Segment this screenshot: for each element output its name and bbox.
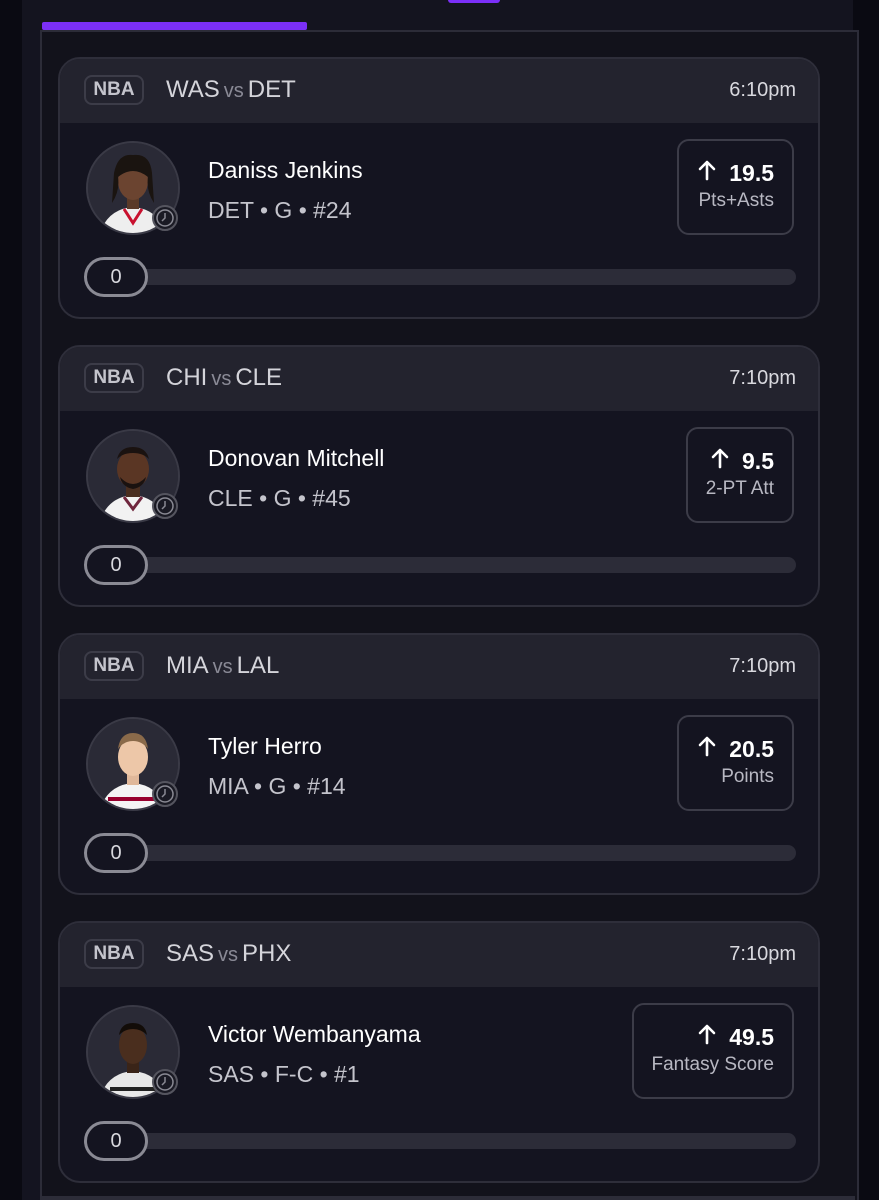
more-pick-button[interactable]: 9.5 2-PT Att: [685, 427, 794, 523]
clock-icon: [152, 493, 178, 519]
progress-bar: [86, 557, 796, 573]
away-team: PHX: [242, 940, 292, 967]
vs-label: vs: [218, 944, 239, 966]
active-tab-indicator[interactable]: [42, 22, 307, 30]
game-time: 7:10pm: [729, 655, 796, 677]
pick-card[interactable]: NBA WAS vs DET 6:10pm Daniss Jenkins DET •…: [58, 57, 820, 319]
line-value: 49.5: [729, 1024, 774, 1050]
more-pick-button[interactable]: 19.5 Pts+Asts: [677, 139, 794, 235]
line-value: 19.5: [729, 160, 774, 186]
card-header: NBA SAS vs PHX 7:10pm: [60, 923, 818, 987]
card-header: NBA CHI vs CLE 7:10pm: [60, 347, 818, 411]
matchup: CHI vs CLE: [166, 363, 282, 394]
progress-value: 0: [84, 545, 148, 585]
left-rail: [0, 0, 22, 1200]
card-header: NBA MIA vs LAL 7:10pm: [60, 635, 818, 699]
game-time: 6:10pm: [729, 79, 796, 101]
line-value-row: 20.5: [697, 735, 774, 763]
player-name[interactable]: Donovan Mitchell: [208, 443, 384, 473]
arrow-up-icon: [710, 447, 730, 475]
stat-type: Fantasy Score: [651, 1054, 775, 1075]
away-team: CLE: [235, 364, 283, 391]
progress-bar: [86, 845, 796, 861]
line-value-row: 19.5: [697, 159, 774, 187]
app-screen: NBA WAS vs DET 6:10pm Daniss Jenkins DET •…: [0, 0, 879, 1200]
feed-divider: [40, 1196, 855, 1200]
stat-type: Pts+Asts: [698, 190, 775, 211]
player-meta: CLE • G • #45: [208, 485, 351, 511]
pick-card[interactable]: NBA CHI vs CLE 7:10pm Donovan Mitchell CLE…: [58, 345, 820, 607]
home-team: WAS: [166, 76, 220, 103]
line-value-row: 49.5: [652, 1023, 774, 1051]
matchup: SAS vs PHX: [166, 939, 291, 970]
line-value: 20.5: [729, 736, 774, 762]
clock-icon: [152, 205, 178, 231]
clock-icon: [152, 1069, 178, 1095]
clock-icon: [152, 781, 178, 807]
player-meta: MIA • G • #14: [208, 773, 346, 799]
pick-card[interactable]: NBA SAS vs PHX 7:10pm Victor Wembanyama SA…: [58, 921, 820, 1183]
line-value: 9.5: [742, 448, 774, 474]
matchup: MIA vs LAL: [166, 651, 279, 682]
vs-label: vs: [212, 656, 233, 678]
away-team: LAL: [236, 652, 280, 679]
more-pick-button[interactable]: 49.5 Fantasy Score: [631, 1003, 794, 1099]
player-meta: SAS • F-C • #1: [208, 1061, 360, 1087]
progress-value: 0: [84, 833, 148, 873]
league-badge: NBA: [84, 75, 144, 105]
arrow-up-icon: [697, 735, 717, 763]
home-team: MIA: [166, 652, 209, 679]
card-header: NBA WAS vs DET 6:10pm: [60, 59, 818, 123]
league-badge: NBA: [84, 651, 144, 681]
player-name[interactable]: Victor Wembanyama: [208, 1019, 421, 1049]
progress-value: 0: [84, 1121, 148, 1161]
progress-bar: [86, 1133, 796, 1149]
game-time: 7:10pm: [729, 943, 796, 965]
progress-bar: [86, 269, 796, 285]
player-name[interactable]: Daniss Jenkins: [208, 155, 363, 185]
scroll-handle[interactable]: [448, 0, 500, 3]
progress-value: 0: [84, 257, 148, 297]
more-pick-button[interactable]: 20.5 Points: [677, 715, 794, 811]
home-team: SAS: [166, 940, 215, 967]
league-badge: NBA: [84, 939, 144, 969]
line-value-row: 9.5: [706, 447, 774, 475]
stat-type: Points: [721, 766, 774, 787]
vs-label: vs: [211, 368, 232, 390]
game-time: 7:10pm: [729, 367, 796, 389]
away-team: DET: [247, 76, 296, 103]
player-name[interactable]: Tyler Herro: [208, 731, 322, 761]
stat-type: 2-PT Att: [705, 478, 774, 499]
home-team: CHI: [166, 364, 208, 391]
pick-card[interactable]: NBA MIA vs LAL 7:10pm Tyler Herro MIA • G …: [58, 633, 820, 895]
arrow-up-icon: [697, 1023, 717, 1051]
matchup: WAS vs DET: [166, 75, 296, 106]
vs-label: vs: [223, 80, 244, 102]
player-meta: DET • G • #24: [208, 197, 352, 223]
league-badge: NBA: [84, 363, 144, 393]
arrow-up-icon: [697, 159, 717, 187]
